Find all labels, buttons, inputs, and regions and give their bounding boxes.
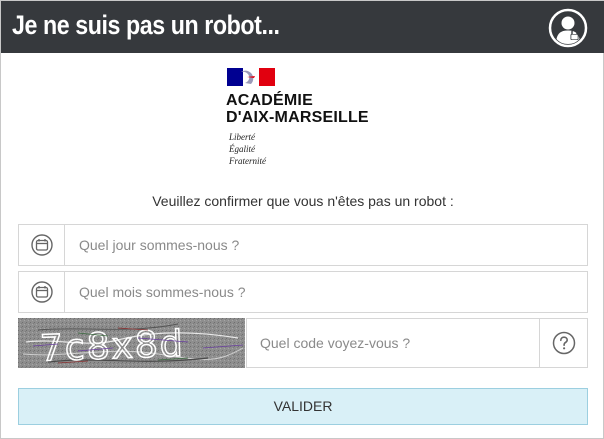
month-input[interactable] — [66, 272, 586, 312]
month-field — [18, 271, 588, 313]
confirmation-prompt: Veuillez confirmer que vous n'êtes pas u… — [152, 193, 454, 209]
dialog: Je ne suis pas un robot... ACADÉMIE D'AI… — [0, 0, 604, 439]
month-field-addon — [19, 272, 65, 312]
day-field-addon — [19, 225, 65, 265]
captcha-row: 7c8x8d — [18, 318, 588, 368]
marianne-flag-icon — [227, 68, 275, 86]
captcha-image: 7c8x8d — [18, 318, 245, 368]
captcha-input[interactable] — [247, 319, 539, 367]
calendar-icon — [30, 281, 53, 303]
submit-button[interactable]: VALIDER — [18, 388, 588, 425]
motto-fraternite: Fraternité — [229, 156, 266, 166]
academy-logo: ACADÉMIE D'AIX-MARSEILLE Liberté Égalité… — [226, 67, 396, 171]
question-circle-icon — [552, 331, 575, 355]
page-title: Je ne suis pas un robot... — [12, 10, 280, 40]
logo-text-line2: D'AIX-MARSEILLE — [226, 109, 369, 126]
calendar-icon — [30, 234, 53, 256]
logo-text-line1: ACADÉMIE — [226, 92, 313, 109]
user-lock-icon — [548, 8, 588, 48]
motto-liberte: Liberté — [229, 132, 255, 142]
header-bar: Je ne suis pas un robot... — [1, 1, 604, 53]
day-field — [18, 224, 588, 266]
motto-egalite: Égalité — [229, 144, 255, 154]
captcha-help-button[interactable] — [540, 318, 588, 368]
day-input[interactable] — [66, 225, 586, 265]
captcha-field — [246, 318, 540, 368]
captcha-code: 7c8x8d — [39, 324, 185, 368]
